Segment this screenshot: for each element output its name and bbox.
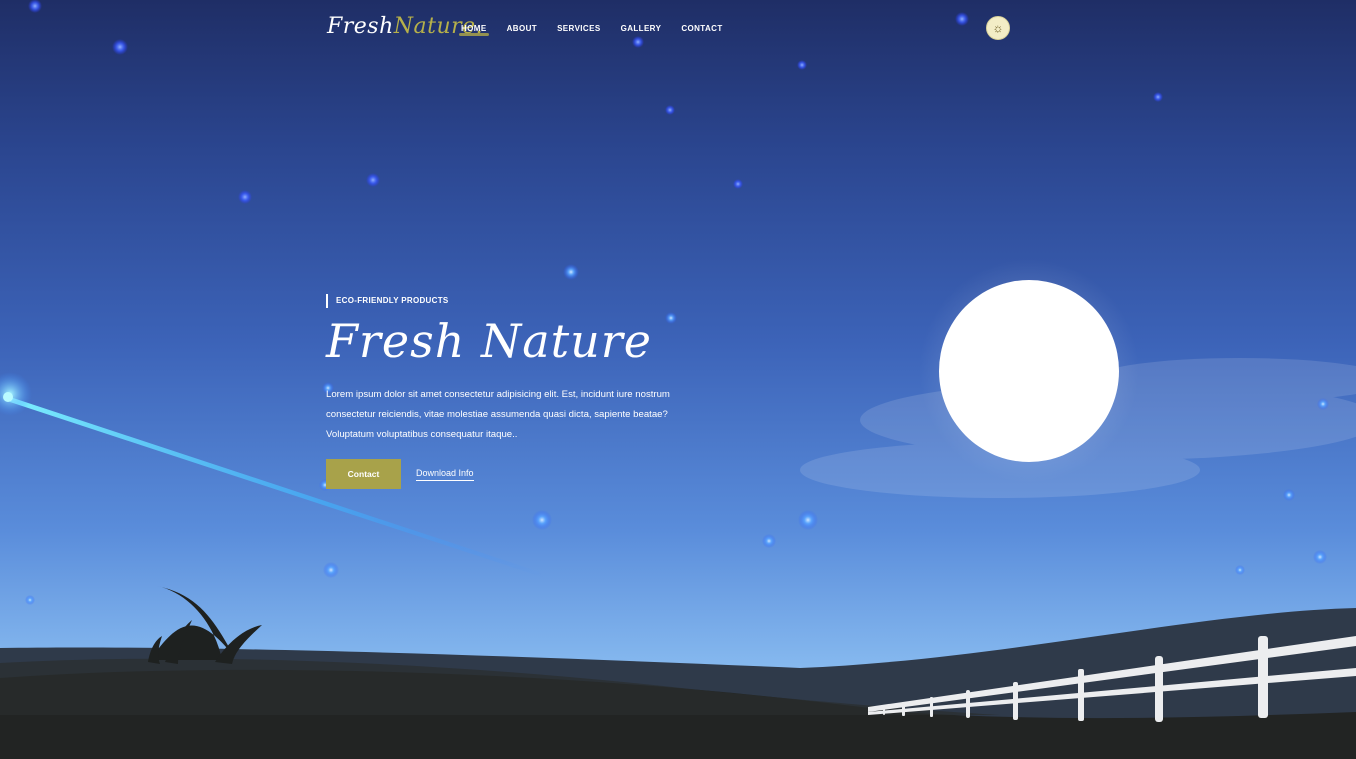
logo-text-fresh: Fresh [327, 14, 394, 39]
nav-link-services[interactable]: SERVICES [557, 24, 601, 36]
night-landscape-illustration [0, 0, 1356, 759]
nav-link-home[interactable]: HOME [459, 24, 489, 36]
hero-title: Fresh Nature [326, 314, 652, 368]
sun-icon: ☼ [992, 21, 1004, 35]
nav-link-contact[interactable]: CONTACT [681, 24, 722, 36]
stars [25, 0, 1329, 605]
download-info-link[interactable]: Download Info [416, 468, 474, 481]
nav-link-gallery[interactable]: GALLERY [621, 24, 662, 36]
moon [919, 259, 1139, 483]
nav-link-about[interactable]: ABOUT [507, 24, 537, 36]
hero-scene: Fresh Nature. HOME ABOUT SERVICES GALLERY… [0, 0, 1356, 759]
theme-toggle-button[interactable]: ☼ [986, 16, 1010, 40]
contact-button[interactable]: Contact [326, 459, 401, 489]
hero-description: Lorem ipsum dolor sit amet consectetur a… [326, 389, 670, 440]
site-logo[interactable]: Fresh Nature. [327, 14, 483, 42]
hero-eyebrow: ECO-FRIENDLY PRODUCTS [326, 294, 449, 308]
main-navigation: HOME ABOUT SERVICES GALLERY CONTACT [459, 24, 743, 36]
